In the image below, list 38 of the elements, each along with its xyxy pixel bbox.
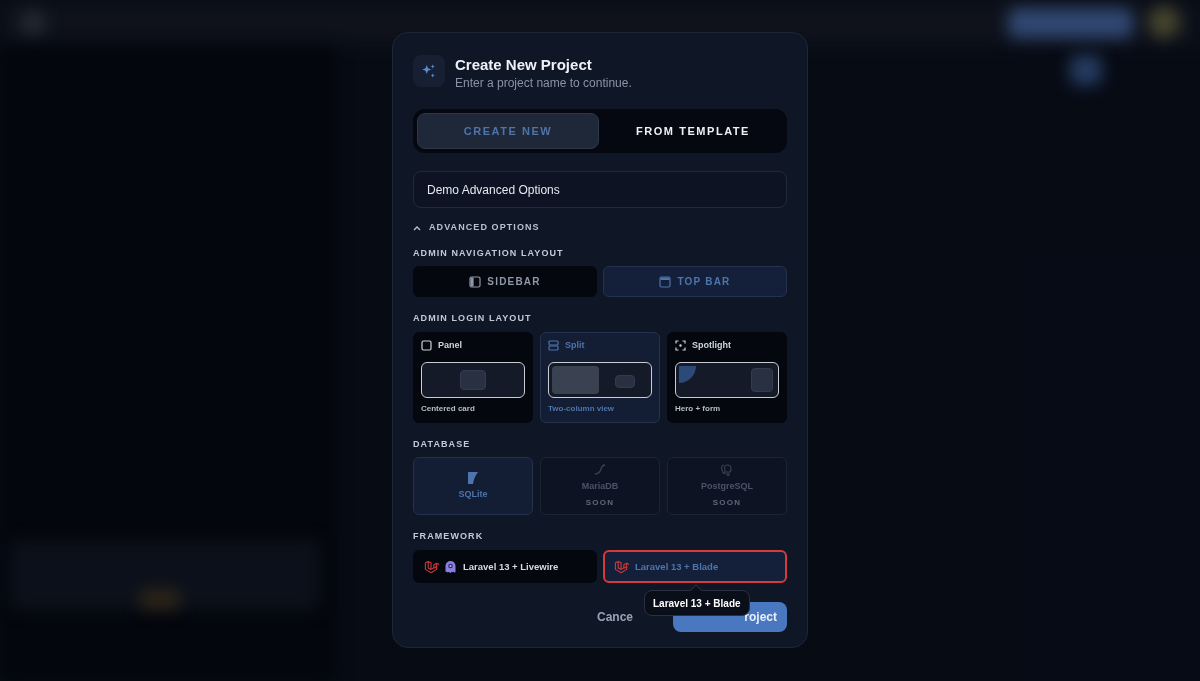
section-label: FRAMEWORK bbox=[413, 530, 485, 543]
split-layout-icon bbox=[548, 340, 559, 351]
section-label: ADMIN NAVIGATION LAYOUT bbox=[413, 246, 565, 260]
login-layout-card[interactable]: Split Two-column view bbox=[540, 331, 660, 423]
laravel-icon bbox=[614, 559, 629, 575]
advanced-options-toggle[interactable]: ADVANCED OPTIONS bbox=[413, 221, 540, 235]
option-caption: Hero + form bbox=[675, 402, 722, 415]
laravel-icon bbox=[424, 559, 439, 575]
sparkle-icon bbox=[413, 55, 445, 87]
feather-icon bbox=[466, 470, 480, 485]
section-label: DATABASE bbox=[413, 437, 472, 451]
option-caption: Two-column view bbox=[548, 402, 616, 415]
framework-option[interactable]: Laravel 13 + Livewire bbox=[413, 549, 597, 583]
option-label: Spotlight bbox=[692, 338, 731, 352]
dialog-title: Create New Project bbox=[455, 55, 593, 75]
livewire-icon bbox=[444, 559, 457, 575]
layout-option[interactable]: SIDEBAR bbox=[413, 266, 597, 297]
square-icon bbox=[421, 340, 432, 351]
option-label: Panel bbox=[438, 338, 462, 352]
soon-label: SOON bbox=[712, 496, 742, 509]
dialog-subtitle: Enter a project name to continue. bbox=[455, 75, 632, 91]
option-label: MariaDB bbox=[581, 480, 619, 494]
soon-label: SOON bbox=[585, 496, 615, 509]
database-option[interactable]: SQLite bbox=[413, 457, 533, 515]
login-layout-card[interactable]: Panel Centered card bbox=[413, 331, 533, 423]
sidebar-layout-icon bbox=[469, 275, 482, 288]
option-label: SQLite bbox=[458, 487, 488, 501]
option-label: Split bbox=[565, 338, 585, 352]
top-bar-layout-icon bbox=[659, 275, 672, 288]
project-name-field[interactable]: Demo Advanced Options bbox=[413, 171, 787, 208]
section-label: ADMIN LOGIN LAYOUT bbox=[413, 312, 533, 325]
option-label: Laravel 13 + Livewire bbox=[463, 559, 559, 574]
focus-icon bbox=[675, 340, 686, 351]
option-caption: Centered card bbox=[421, 402, 476, 415]
option-label: PostgreSQL bbox=[701, 480, 753, 494]
option-label: Laravel 13 + Blade bbox=[635, 559, 719, 574]
tab[interactable]: FROM TEMPLATE bbox=[603, 113, 783, 149]
login-layout-card[interactable]: Spotlight Hero + form bbox=[667, 331, 787, 423]
